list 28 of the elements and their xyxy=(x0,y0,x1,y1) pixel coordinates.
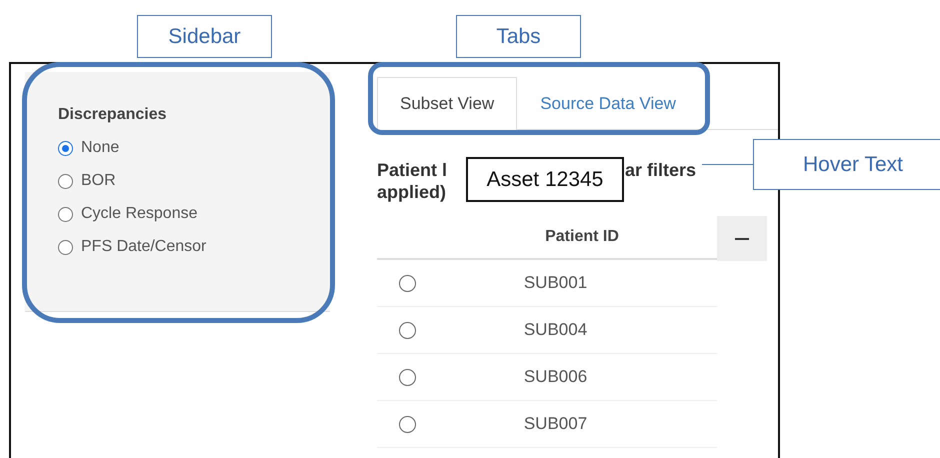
heading-text: Patient l xyxy=(377,159,448,181)
row-radio-button[interactable] xyxy=(399,274,416,292)
callout-label: Tabs xyxy=(456,15,581,58)
heading-text: ar filters xyxy=(625,159,696,181)
row-radio-button[interactable] xyxy=(399,368,416,386)
table-cell-text: SUB007 xyxy=(522,414,588,434)
radio-button[interactable] xyxy=(58,174,73,188)
callout-label: Sidebar xyxy=(137,15,272,58)
radio-label[interactable]: PFS Date/Censor xyxy=(81,238,206,256)
callout-label: Hover Text xyxy=(753,139,940,190)
table-cell-text: SUB006 xyxy=(522,367,588,387)
heading-text: applied) xyxy=(377,181,446,203)
tab[interactable]: Source Data View xyxy=(517,77,699,130)
row-radio-button[interactable] xyxy=(399,322,416,338)
row-radio-button[interactable] xyxy=(399,416,416,432)
tab[interactable]: Subset View xyxy=(377,77,518,130)
tooltip: Asset 12345 xyxy=(466,157,624,202)
leader-line xyxy=(702,164,754,165)
radio-button[interactable] xyxy=(58,240,73,254)
minus-icon xyxy=(735,238,749,240)
table-cell-text: SUB004 xyxy=(522,320,588,340)
radio-button[interactable] xyxy=(58,206,73,222)
radio-label[interactable]: Cycle Response xyxy=(81,205,198,223)
radio-label[interactable]: None xyxy=(81,139,120,157)
sidebar-title: Discrepancies xyxy=(58,106,168,124)
radio-label[interactable]: BOR xyxy=(81,172,116,190)
radio-button[interactable] xyxy=(58,140,73,156)
table-cell-text: SUB001 xyxy=(522,273,588,293)
